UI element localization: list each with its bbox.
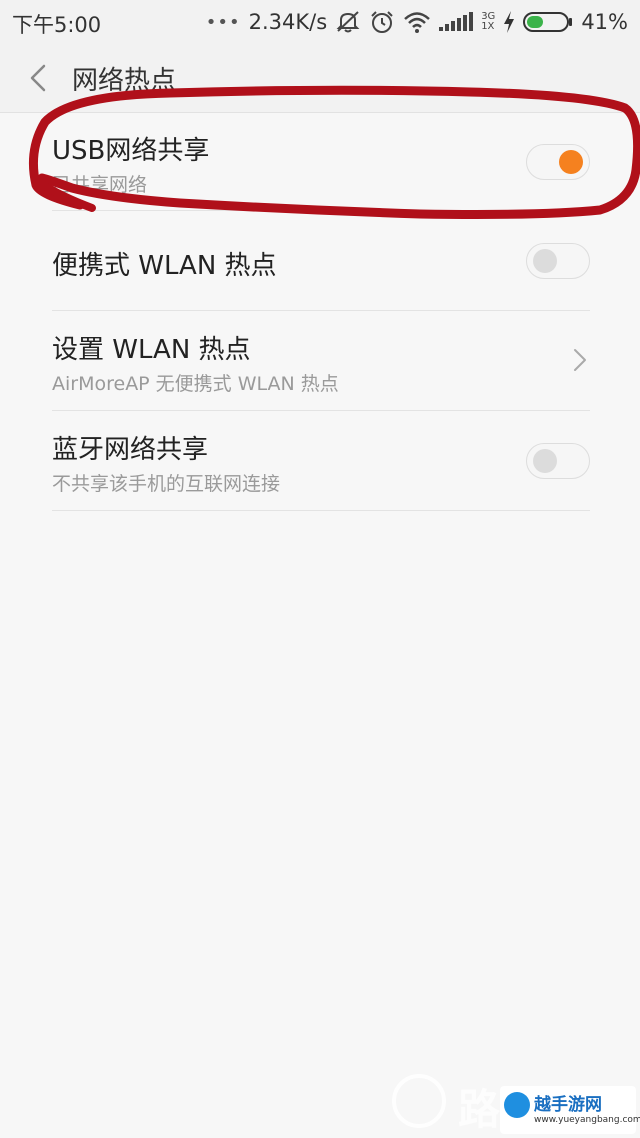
setting-title: USB网络共享: [52, 136, 210, 166]
back-button[interactable]: [24, 62, 54, 94]
status-icons: ••• 2.34K/s 3G 1X 41%: [206, 6, 628, 38]
setting-portable-hotspot[interactable]: 便携式 WLAN 热点: [52, 211, 590, 311]
charging-icon: [503, 10, 515, 34]
toggle-knob: [533, 249, 557, 273]
setting-configure-hotspot[interactable]: 设置 WLAN 热点 AirMoreAP 无便携式 WLAN 热点: [52, 311, 590, 411]
usb-tethering-toggle[interactable]: [526, 144, 590, 180]
network-type-bottom: 1X: [481, 21, 495, 32]
status-time: 下午5:00: [12, 13, 102, 37]
setting-usb-tethering[interactable]: USB网络共享 已共享网络: [52, 112, 590, 211]
network-speed: 2.34K/s: [248, 10, 328, 34]
signal-icon: [439, 11, 474, 33]
setting-title: 设置 WLAN 热点: [52, 335, 251, 365]
setting-title: 蓝牙网络共享: [52, 435, 209, 465]
watermark-site-name: 越手游网: [534, 1095, 602, 1115]
chevron-left-icon: [30, 64, 46, 92]
site-logo-icon: [504, 1092, 530, 1118]
setting-subtitle: 不共享该手机的互联网连接: [52, 473, 281, 495]
watermark-badge: 越手游网 www.yueyangbang.com: [500, 1086, 640, 1134]
chevron-right-icon: [574, 349, 586, 371]
setting-subtitle: AirMoreAP 无便携式 WLAN 热点: [52, 373, 339, 395]
setting-bluetooth-tethering[interactable]: 蓝牙网络共享 不共享该手机的互联网连接: [52, 411, 590, 511]
battery-percent: 41%: [581, 10, 628, 34]
toggle-knob: [533, 449, 557, 473]
mute-icon: [335, 9, 361, 35]
watermark-site-url: www.yueyangbang.com: [534, 1115, 640, 1125]
settings-list: USB网络共享 已共享网络 便携式 WLAN 热点 设置 WLAN 热点 Air…: [52, 112, 590, 511]
battery-icon: [523, 11, 573, 33]
setting-title: 便携式 WLAN 热点: [52, 251, 277, 281]
header-bar: 网络热点: [0, 44, 640, 113]
bluetooth-tethering-toggle[interactable]: [526, 443, 590, 479]
watermark-logo-icon: [392, 1074, 446, 1128]
notification-dots: •••: [205, 11, 241, 33]
network-type: 3G 1X: [481, 12, 495, 32]
wifi-icon: [403, 10, 431, 34]
toggle-knob: [559, 150, 583, 174]
page-title: 网络热点: [72, 66, 177, 96]
status-bar: 下午5:00 ••• 2.34K/s 3G 1X 41%: [0, 0, 640, 44]
setting-subtitle: 已共享网络: [52, 174, 148, 196]
watermark: 路由器 越手游网 www.yueyangbang.com: [388, 1066, 640, 1138]
portable-hotspot-toggle[interactable]: [526, 243, 590, 279]
alarm-icon: [369, 9, 395, 35]
